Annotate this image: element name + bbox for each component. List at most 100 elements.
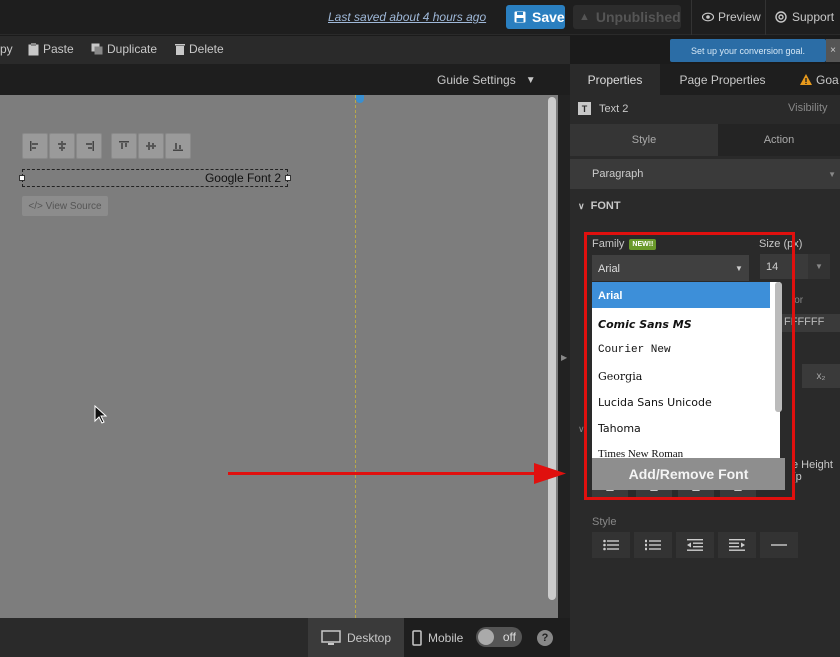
phone-icon [412,630,422,646]
align-right-icon [86,141,94,151]
text-element-icon: T [578,102,591,115]
outdent-icon [687,539,703,551]
bullet-list-button[interactable] [592,532,630,558]
text-element[interactable]: Google Font 2 [22,169,288,187]
numbered-list-button[interactable] [634,532,672,558]
indent-icon [729,539,745,551]
divider [765,0,766,35]
support-button[interactable]: Support [775,10,834,24]
tab-goals[interactable]: Goa [785,64,840,95]
element-title-label: Text 2 [599,102,629,115]
save-label: Save [532,9,565,25]
bullet-list-icon [603,539,619,551]
align-center-icon [58,141,66,151]
bottom-bar: Desktop Mobile off ? [0,618,570,657]
align-left-button[interactable] [22,133,48,159]
guide-line [355,95,357,618]
lifebuoy-icon [775,11,787,23]
toggle-label: off [502,630,516,644]
mobile-toggle[interactable]: off [476,627,522,647]
resize-handle-left[interactable] [19,175,25,181]
canvas-scrollbar[interactable] [548,97,556,600]
outdent-button[interactable] [676,532,714,558]
align-bottom-button[interactable] [165,133,191,159]
duplicate-label: Duplicate [107,42,158,56]
visibility-button[interactable]: Visibility [788,102,828,114]
duplicate-button[interactable]: Duplicate [91,42,157,56]
align-center-button[interactable] [49,133,75,159]
align-top-button[interactable] [111,133,137,159]
align-middle-icon [146,142,156,150]
preview-label: Preview [718,10,761,24]
duplicate-icon [91,43,103,55]
resize-handle-right[interactable] [285,175,291,181]
unpublished-label: Unpublished [595,9,681,25]
annotation-arrow-icon [228,463,566,484]
chevron-down-icon: ∨ [578,200,585,211]
horizontal-rule-icon [771,544,787,546]
guide-bar: Guide Settings ▼ [0,64,570,95]
chevron-down-icon: ▼ [525,74,536,86]
publish-icon: ▲ [579,11,590,23]
indent-button[interactable] [718,532,756,558]
align-top-icon [119,141,129,149]
tab-goals-label: Goa [816,72,839,87]
align-right-button[interactable] [76,133,102,159]
line-height-label: e Height (p [792,459,833,483]
bottom-bar-fill [0,618,308,657]
clipboard-icon [28,42,39,55]
last-saved-link[interactable]: Last saved about 4 hours ago [328,10,486,24]
guide-marker[interactable] [356,95,364,103]
panel-tabs: Properties Page Properties Goa [570,64,840,95]
paste-label: Paste [43,42,74,56]
desktop-view-button[interactable]: Desktop [308,618,404,657]
unpublished-button[interactable]: ▲ Unpublished [573,5,681,29]
eye-icon [702,12,714,22]
tab-page-properties[interactable]: Page Properties [660,64,785,95]
tab-properties[interactable]: Properties [570,64,660,95]
list-style-label: Style [592,516,617,528]
help-icon[interactable]: ? [537,630,553,646]
element-title: T Text 2 [578,102,628,115]
text-element-content: Google Font 2 [204,171,281,185]
warning-icon [800,74,812,85]
delete-button[interactable]: Delete [175,42,224,56]
support-label: Support [792,10,835,24]
toggle-knob [478,629,494,645]
mobile-view-button[interactable]: Mobile [412,630,463,646]
chevron-right-icon: ▶ [561,353,568,362]
font-header-label: FONT [590,200,621,212]
page-canvas[interactable]: Google Font 2 </> View Source [0,95,558,619]
style-action-tabs: Style Action [570,124,840,156]
align-bottom-icon [173,143,183,151]
divider [691,0,692,35]
align-middle-button[interactable] [138,133,164,159]
subscript-button[interactable]: x₂ [802,364,840,388]
monitor-icon [321,629,341,645]
mouse-cursor-icon [94,405,108,424]
save-button[interactable]: Save [506,5,565,29]
paste-button[interactable]: Paste [28,42,74,56]
tab-style[interactable]: Style [570,124,718,156]
delete-label: Delete [189,42,224,56]
guide-settings-dropdown[interactable]: Guide Settings ▼ [437,73,536,87]
conversion-goal-banner[interactable]: Set up your conversion goal. [670,39,826,62]
align-left-icon [30,141,38,151]
edit-toolbar: py Paste Duplicate Delete [0,36,570,64]
guide-settings-label: Guide Settings [437,73,516,87]
font-section-header[interactable]: ∨ FONT [578,200,621,212]
panel-collapse-handle[interactable]: ▶ [558,95,570,618]
close-icon[interactable]: × [826,39,840,62]
top-bar: Last saved about 4 hours ago Save ▲ Unpu… [0,0,840,35]
mobile-label: Mobile [428,631,464,645]
preview-button[interactable]: Preview [702,10,761,24]
paragraph-label: Paragraph [592,168,644,180]
horizontal-rule-button[interactable] [760,532,798,558]
tab-action[interactable]: Action [718,124,840,156]
view-source-button[interactable]: </> View Source [22,196,108,216]
trash-icon [175,44,185,55]
paragraph-select[interactable]: Paragraph ▼ [570,159,840,189]
copy-button[interactable]: py [0,42,13,56]
chevron-down-icon[interactable]: ▼ [808,254,830,279]
numbered-list-icon [645,539,661,551]
